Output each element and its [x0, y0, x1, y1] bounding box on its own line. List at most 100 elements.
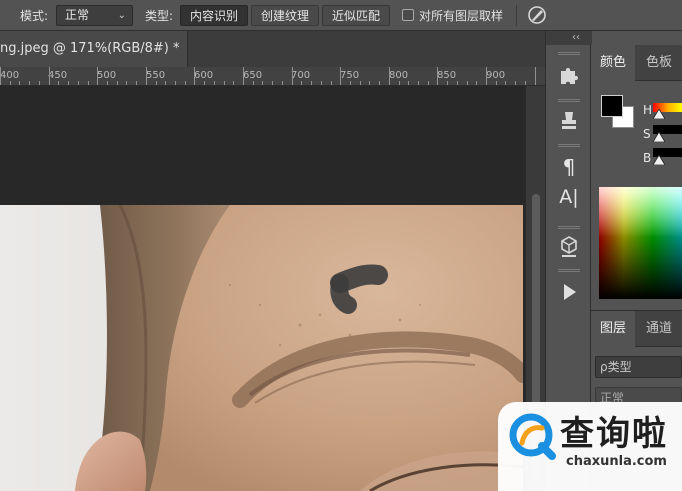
- color-panel: 颜色 色板 H S B: [591, 45, 682, 310]
- sample-all-layers-label: 对所有图层取样: [419, 9, 504, 23]
- ruler-tick: [252, 81, 254, 85]
- color-panel-tabs: 颜色 色板: [591, 45, 682, 81]
- ruler-tick: [106, 81, 108, 85]
- ruler-label: 750: [340, 70, 360, 81]
- watermark-logo-icon: [509, 413, 556, 460]
- mode-label: 模式:: [20, 9, 49, 23]
- ruler-label: 700: [291, 70, 311, 81]
- ruler-tick: [495, 81, 497, 85]
- tab-swatches[interactable]: 色板: [638, 45, 680, 81]
- ruler-tick: [97, 67, 99, 85]
- ruler-tick: [68, 81, 69, 85]
- grip-handle[interactable]: [558, 99, 580, 102]
- grip-handle[interactable]: [558, 226, 580, 229]
- ruler-tick: [223, 81, 225, 85]
- ruler-tick: [145, 67, 147, 85]
- grip-handle[interactable]: [558, 269, 580, 272]
- ruler-tick: [184, 81, 186, 85]
- document-tab-bar: ng.jpeg @ 171%(RGB/8#) *: [0, 31, 545, 67]
- ruler-tick: [330, 81, 332, 85]
- ruler-tick: [58, 81, 60, 85]
- ruler-tick: [437, 67, 439, 85]
- layer-filter-select[interactable]: ρ类型: [595, 356, 682, 378]
- ruler-tick: [29, 81, 31, 85]
- proximity-match-button[interactable]: 近似匹配: [322, 5, 390, 26]
- saturation-label: S: [643, 127, 651, 141]
- hue-slider-handle[interactable]: [653, 109, 665, 119]
- ruler-tick: [301, 81, 303, 85]
- ruler-tick: [379, 81, 381, 85]
- layers-panel-tabs: 图层 通道: [591, 311, 682, 347]
- ruler-label: 850: [437, 70, 457, 81]
- brightness-label: B: [643, 151, 652, 165]
- content-aware-button[interactable]: 内容识别: [180, 5, 248, 26]
- character-icon[interactable]: A|: [546, 186, 592, 208]
- collapse-panels-icon[interactable]: ‹‹: [546, 31, 592, 45]
- ruler-tick: [116, 81, 118, 85]
- ruler-tick: [87, 81, 89, 85]
- ruler-tick: [398, 81, 400, 85]
- ruler-tick: [38, 81, 40, 85]
- ruler-tick: [233, 81, 235, 85]
- saturation-slider-handle[interactable]: [653, 132, 665, 142]
- chevron-down-icon: ⌄: [117, 10, 126, 21]
- watermark-title: 查询啦: [560, 414, 668, 454]
- 3d-cube-icon[interactable]: [556, 233, 582, 259]
- mode-select-value: 正常: [65, 8, 90, 22]
- ruler-tick: [369, 81, 371, 85]
- grip-handle[interactable]: [558, 144, 580, 147]
- color-spectrum[interactable]: [599, 187, 682, 299]
- ruler-tick: [48, 67, 50, 85]
- ruler-tick: [19, 81, 21, 85]
- ruler-tick: [165, 81, 167, 85]
- ruler-tick: [359, 81, 361, 85]
- play-actions-icon[interactable]: [556, 279, 582, 305]
- horizontal-ruler: 400 450 500 550 600 650 700 750 800 850 …: [0, 67, 545, 86]
- mode-select[interactable]: 正常 ⌄: [56, 5, 133, 26]
- tab-channels[interactable]: 通道: [638, 311, 680, 347]
- foreground-color-swatch[interactable]: [601, 95, 623, 117]
- ruler-tick: [194, 67, 196, 85]
- ruler-tick: [388, 67, 390, 85]
- ruler-label: 800: [389, 70, 409, 81]
- ruler-tick: [515, 81, 517, 85]
- ruler-tick: [408, 81, 410, 85]
- ruler-tick: [311, 81, 312, 85]
- grip-handle[interactable]: [558, 52, 580, 55]
- ruler-tick: [9, 81, 11, 85]
- ruler-tick: [272, 81, 274, 85]
- face-photo[interactable]: [0, 205, 523, 491]
- tab-color[interactable]: 颜色: [591, 45, 635, 81]
- brush-pressure-icon[interactable]: [526, 4, 548, 26]
- ruler-tick: [349, 81, 351, 85]
- ruler-tick: [447, 81, 449, 85]
- ruler-tick: [524, 81, 526, 85]
- watermark: 查询啦 chaxunla.com: [498, 402, 682, 491]
- tab-layers[interactable]: 图层: [591, 311, 635, 347]
- create-texture-button[interactable]: 创建纹理: [251, 5, 319, 26]
- ruler-tick: [418, 81, 419, 85]
- ruler-tick: [204, 81, 206, 85]
- ruler-label: 900: [486, 70, 506, 81]
- ruler-label: 550: [146, 70, 166, 81]
- paragraph-icon[interactable]: ¶: [546, 155, 592, 179]
- ruler-tick: [466, 81, 468, 85]
- ruler-tick: [175, 81, 176, 85]
- sample-all-layers-checkbox[interactable]: [402, 9, 414, 21]
- ruler-tick: [77, 81, 79, 85]
- ruler-tick: [262, 81, 264, 85]
- puzzle-piece-icon[interactable]: [556, 62, 582, 88]
- brightness-slider-handle[interactable]: [653, 155, 665, 165]
- hue-label: H: [643, 103, 653, 117]
- type-label: 类型:: [145, 9, 174, 23]
- ruler-tick: [136, 81, 138, 85]
- ruler-tick: [486, 67, 487, 85]
- stamp-icon[interactable]: [556, 108, 582, 134]
- ruler-label: 400: [0, 70, 20, 81]
- options-bar: 模式: 正常 ⌄ 类型: 内容识别 创建纹理 近似匹配 对所有图层取样: [0, 0, 682, 31]
- ruler-tick: [155, 81, 157, 85]
- ruler-tick: [213, 81, 215, 85]
- ruler-label: 450: [48, 70, 68, 81]
- ruler-tick: [476, 81, 478, 85]
- document-tab[interactable]: ng.jpeg @ 171%(RGB/8#) *: [0, 31, 188, 67]
